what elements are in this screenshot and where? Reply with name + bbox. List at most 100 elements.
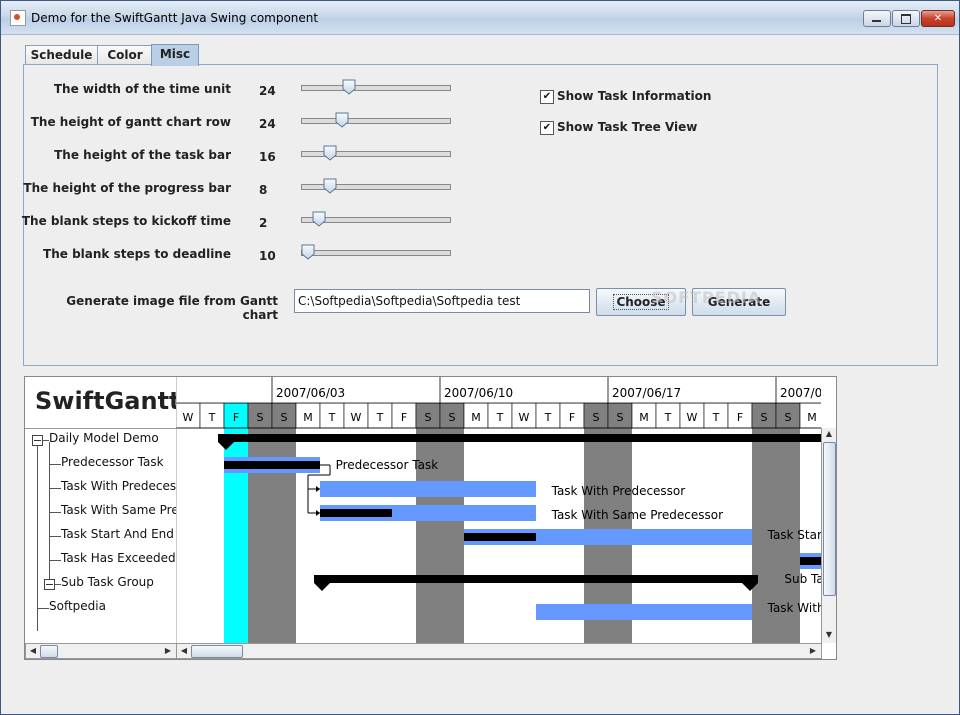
- tab-color[interactable]: Color: [97, 45, 153, 65]
- chart-scroll-left-icon[interactable]: ◀: [178, 645, 190, 657]
- slider-track: [301, 250, 451, 256]
- scroll-down-icon[interactable]: ▼: [823, 629, 835, 641]
- week-header-label: 2007/06: [780, 386, 821, 400]
- progress-bar-height-slider[interactable]: [301, 178, 451, 194]
- time-unit-width-label: The width of the time unit: [53, 82, 231, 96]
- day-header-label: M: [303, 411, 313, 424]
- chart-horizontal-scrollbar[interactable]: ◀ ▶: [176, 643, 822, 659]
- show-task-information-checkbox[interactable]: ✔: [540, 90, 554, 104]
- row-height-slider[interactable]: [301, 112, 451, 128]
- progress-bar: [800, 557, 821, 565]
- day-header-label: F: [737, 411, 743, 424]
- show-task-tree-view-checkbox[interactable]: ✔: [540, 121, 554, 135]
- task-bar-height-value: 16: [259, 150, 276, 164]
- day-header-label: F: [401, 411, 407, 424]
- tree-connector-line: [49, 512, 61, 513]
- maximize-button[interactable]: [892, 10, 920, 27]
- tree-guide-line: [37, 438, 38, 631]
- chart-horizontal-scroll-thumb[interactable]: [191, 645, 243, 658]
- day-header-label: W: [351, 411, 362, 424]
- week-header-label: 2007/06/17: [612, 386, 681, 400]
- day-header-label: T: [208, 411, 216, 424]
- close-icon: ✕: [933, 13, 943, 24]
- tree-scroll-right-icon[interactable]: ▶: [162, 645, 174, 657]
- gantt-timeline: W T F S S M T W T F S S M T W T F S S M T W T F S S M 2007/06/03 200…: [175, 377, 830, 643]
- tree-collapse-icon[interactable]: [32, 435, 43, 446]
- tree-item-daily-model-demo[interactable]: Daily Model Demo: [49, 431, 159, 445]
- week-header-label: 2007/06/03: [276, 386, 345, 400]
- slider-thumb[interactable]: [342, 79, 356, 95]
- day-header-label: S: [785, 411, 792, 424]
- tree-item-task-with-predecessor[interactable]: Task With Predecessor: [61, 479, 176, 493]
- tree-item-softpedia[interactable]: Softpedia: [49, 599, 106, 613]
- task-bar-height-label: The height of the task bar: [54, 148, 231, 162]
- deadline-blank-steps-slider[interactable]: [301, 244, 451, 260]
- java-app-icon: [10, 10, 26, 26]
- title-bar: Demo for the SwiftGantt Java Swing compo…: [1, 1, 959, 35]
- tree-item-task-has-exceeded[interactable]: Task Has Exceeded: [61, 551, 176, 565]
- day-header-label: T: [664, 411, 672, 424]
- day-header-label: S: [761, 411, 768, 424]
- gantt-vertical-scrollbar[interactable]: ▲ ▼: [821, 428, 836, 643]
- day-header-label: W: [687, 411, 698, 424]
- tree-item-predecessor-task[interactable]: Predecessor Task: [61, 455, 164, 469]
- day-header-label: T: [544, 411, 552, 424]
- image-path-input[interactable]: C:\Softpedia\Softpedia\Softpedia test: [294, 289, 590, 313]
- tree-item-task-start-and-end-at[interactable]: Task Start And End At: [61, 527, 176, 541]
- task-bar-label: Task With Same Predecessor: [551, 508, 724, 522]
- tab-misc[interactable]: Misc: [151, 44, 199, 66]
- progress-bar-height-value: 8: [259, 183, 268, 197]
- day-header-label: W: [519, 411, 530, 424]
- day-header-label: T: [712, 411, 720, 424]
- day-header-label: M: [639, 411, 649, 424]
- row-height-label: The height of gantt chart row: [30, 115, 231, 129]
- day-header-label: M: [471, 411, 481, 424]
- day-header-label: T: [376, 411, 384, 424]
- slider-thumb[interactable]: [323, 178, 337, 194]
- tree-connector-line: [49, 464, 61, 465]
- progress-bar: [464, 533, 536, 541]
- task-bar-height-slider[interactable]: [301, 145, 451, 161]
- tree-scroll-left-icon[interactable]: ◀: [27, 645, 39, 657]
- slider-thumb[interactable]: [323, 145, 337, 161]
- minimize-icon: [872, 20, 881, 22]
- tab-schedule[interactable]: Schedule: [25, 45, 98, 65]
- day-header-label: S: [425, 411, 432, 424]
- deadline-blank-steps-label: The blank steps to deadline: [43, 247, 231, 261]
- summary-bar: [218, 434, 821, 442]
- day-header-label: F: [233, 411, 239, 424]
- day-header-label: M: [807, 411, 817, 424]
- window-title: Demo for the SwiftGantt Java Swing compo…: [31, 11, 319, 25]
- time-unit-width-slider[interactable]: [301, 79, 451, 95]
- tree-item-sub-task-group[interactable]: Sub Task Group: [61, 575, 154, 589]
- show-task-tree-view-label: Show Task Tree View: [557, 120, 698, 134]
- task-bar-label: Task Start: [767, 528, 821, 542]
- application-window: Demo for the SwiftGantt Java Swing compo…: [0, 0, 960, 715]
- kickoff-blank-steps-slider[interactable]: [301, 211, 451, 227]
- slider-thumb[interactable]: [335, 112, 349, 128]
- chart-scroll-right-icon[interactable]: ▶: [807, 645, 819, 657]
- day-header-label: S: [257, 411, 264, 424]
- minimize-button[interactable]: [863, 10, 891, 27]
- gantt-brand-text: SwiftGantt: [35, 387, 181, 415]
- row-height-value: 24: [259, 117, 276, 131]
- gantt-brand: SwiftGantt: [25, 377, 181, 429]
- tree-horizontal-scroll-thumb[interactable]: [40, 645, 58, 658]
- tree-horizontal-scrollbar[interactable]: ◀ ▶: [25, 643, 177, 659]
- day-column: [200, 428, 224, 643]
- task-bar-label: Predecessor Task: [336, 458, 439, 472]
- slider-thumb[interactable]: [301, 244, 315, 260]
- softpedia-watermark: SOFTPEDIA: [651, 288, 762, 307]
- kickoff-blank-steps-label: The blank steps to kickoff time: [21, 214, 231, 228]
- scroll-up-icon[interactable]: ▲: [823, 428, 835, 440]
- kickoff-blank-steps-value: 2: [259, 216, 268, 230]
- gantt-vertical-scroll-thumb[interactable]: [823, 442, 836, 596]
- tree-item-task-with-same-predecessor[interactable]: Task With Same Predecessor: [61, 503, 176, 517]
- tree-collapse-icon[interactable]: [44, 579, 55, 590]
- tree-connector-line: [49, 560, 61, 561]
- day-column: [176, 428, 200, 643]
- slider-track: [301, 85, 451, 91]
- slider-thumb[interactable]: [312, 211, 326, 227]
- close-button[interactable]: ✕: [921, 10, 955, 27]
- gantt-chart: SwiftGantt Daily Model Demo Predecessor T…: [24, 376, 837, 660]
